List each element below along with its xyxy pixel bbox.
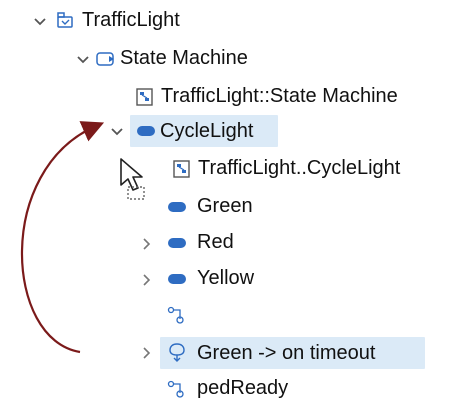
tree-item-trafficlight[interactable]: TrafficLight [82, 4, 180, 36]
drag-cursor-icon [120, 158, 145, 200]
chevron-right-icon[interactable] [140, 346, 154, 360]
chevron-down-icon[interactable] [76, 53, 90, 67]
package-icon [57, 12, 73, 28]
state-icon [168, 238, 186, 248]
tree-item-diagram-cyclelight[interactable]: TrafficLight..CycleLight [198, 152, 400, 184]
tree-item-diagram-state-machine[interactable]: TrafficLight::State Machine [161, 80, 398, 112]
tree-item-red[interactable]: Red [197, 226, 234, 258]
tree-item-cyclelight[interactable]: CycleLight [160, 115, 253, 147]
transition-icon [169, 343, 185, 362]
chevron-right-icon[interactable] [140, 273, 154, 287]
diagram-icon [173, 160, 190, 178]
tree-item-pedready[interactable]: pedReady [197, 372, 288, 404]
state-icon [137, 126, 155, 136]
chevron-right-icon[interactable] [140, 237, 154, 251]
state-machine-icon [96, 52, 114, 66]
tree-item-state-machine[interactable]: State Machine [120, 42, 248, 74]
chevron-down-icon[interactable] [33, 15, 47, 29]
state-icon [168, 274, 186, 284]
tree-item-green[interactable]: Green [197, 190, 253, 222]
pseudostate-icon [167, 380, 184, 398]
pseudostate-icon[interactable] [167, 305, 187, 325]
chevron-down-icon[interactable] [110, 125, 124, 139]
state-icon [168, 202, 186, 212]
tree-item-yellow[interactable]: Yellow [197, 262, 254, 294]
diagram-icon [136, 88, 153, 106]
tree-item-transition[interactable]: Green -> on timeout [197, 337, 375, 369]
